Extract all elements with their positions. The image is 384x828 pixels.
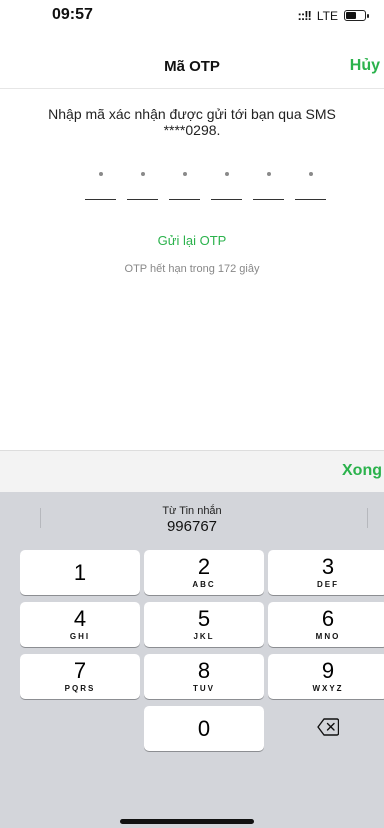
instruction-line: Nhập mã xác nhận được gửi tới bạn qua SM…: [48, 106, 336, 122]
key-letters: JKL: [193, 632, 215, 641]
key-digit: 6: [321, 606, 335, 631]
resend-otp-button[interactable]: Gửi lại OTP: [0, 233, 384, 248]
key-letters: GHI: [69, 632, 91, 641]
home-indicator[interactable]: [120, 819, 254, 824]
key-letters: MNO: [315, 632, 341, 641]
battery-icon: [344, 10, 369, 21]
key-1[interactable]: 1: [20, 550, 140, 595]
key-letters: ABC: [192, 580, 216, 589]
otp-placeholder-dot: [225, 172, 229, 176]
signal-icon: ::!!: [297, 8, 312, 23]
key-2[interactable]: 2 ABC: [144, 550, 264, 595]
otp-digit-slot[interactable]: [85, 168, 116, 200]
battery-fill: [346, 12, 356, 19]
network-type: LTE: [316, 8, 338, 23]
otp-underline: [169, 199, 200, 200]
otp-digit-slot[interactable]: [295, 168, 326, 200]
key-6[interactable]: 6 MNO: [268, 602, 384, 647]
otp-underline: [85, 199, 116, 200]
key-digit: 5: [197, 606, 211, 631]
backspace-key[interactable]: [268, 706, 384, 751]
otp-input[interactable]: [85, 168, 326, 200]
key-digit: 7: [73, 658, 87, 683]
key-letters: WXYZ: [312, 684, 344, 693]
otp-placeholder-dot: [309, 172, 313, 176]
key-8[interactable]: 8 TUV: [144, 654, 264, 699]
nav-bar: Mã OTP Hủy: [0, 44, 384, 89]
key-0[interactable]: 0: [144, 706, 264, 751]
otp-placeholder-dot: [267, 172, 271, 176]
backspace-icon: [317, 718, 339, 736]
numeric-keyboard: Từ Tin nhắn 996767 1 2 ABC 3 DEF 4 GHI 5…: [0, 492, 384, 828]
key-digit: 9: [321, 658, 335, 683]
suggestion-source-label: Từ Tin nhắn: [162, 505, 222, 517]
status-time: 09:57: [52, 6, 93, 23]
page-title: Mã OTP: [164, 58, 220, 75]
otp-suggestion[interactable]: Từ Tin nhắn 996767: [0, 492, 384, 544]
instruction-text: Nhập mã xác nhận được gửi tới bạn qua SM…: [20, 106, 364, 138]
key-5[interactable]: 5 JKL: [144, 602, 264, 647]
keyboard-accessory-bar: Xong: [0, 450, 384, 493]
status-indicators: ::!! LTE: [297, 8, 369, 23]
otp-underline: [295, 199, 326, 200]
otp-digit-slot[interactable]: [211, 168, 242, 200]
key-digit: 0: [197, 716, 211, 741]
key-letters: DEF: [317, 580, 339, 589]
key-digit: 2: [197, 554, 211, 579]
key-7[interactable]: 7 PQRS: [20, 654, 140, 699]
otp-placeholder-dot: [141, 172, 145, 176]
key-digit: 1: [73, 560, 87, 585]
otp-underline: [127, 199, 158, 200]
otp-expiry-text: OTP hết hạn trong 172 giây: [124, 263, 260, 275]
otp-underline: [211, 199, 242, 200]
key-digit: 3: [321, 554, 335, 579]
key-4[interactable]: 4 GHI: [20, 602, 140, 647]
key-3[interactable]: 3 DEF: [268, 550, 384, 595]
done-button[interactable]: Xong: [342, 462, 382, 480]
otp-placeholder-dot: [183, 172, 187, 176]
key-digit: 8: [197, 658, 211, 683]
masked-phone: ****0298.: [163, 122, 221, 138]
otp-placeholder-dot: [99, 172, 103, 176]
suggestion-code[interactable]: 996767: [0, 518, 384, 535]
key-9[interactable]: 9 WXYZ: [268, 654, 384, 699]
key-letters: PQRS: [64, 684, 96, 693]
status-bar: 09:57 ::!! LTE: [0, 0, 384, 44]
otp-digit-slot[interactable]: [127, 168, 158, 200]
cancel-button[interactable]: Hủy: [350, 57, 380, 75]
otp-digit-slot[interactable]: [169, 168, 200, 200]
key-digit: 4: [73, 606, 87, 631]
otp-underline: [253, 199, 284, 200]
otp-digit-slot[interactable]: [253, 168, 284, 200]
key-letters: TUV: [193, 684, 215, 693]
